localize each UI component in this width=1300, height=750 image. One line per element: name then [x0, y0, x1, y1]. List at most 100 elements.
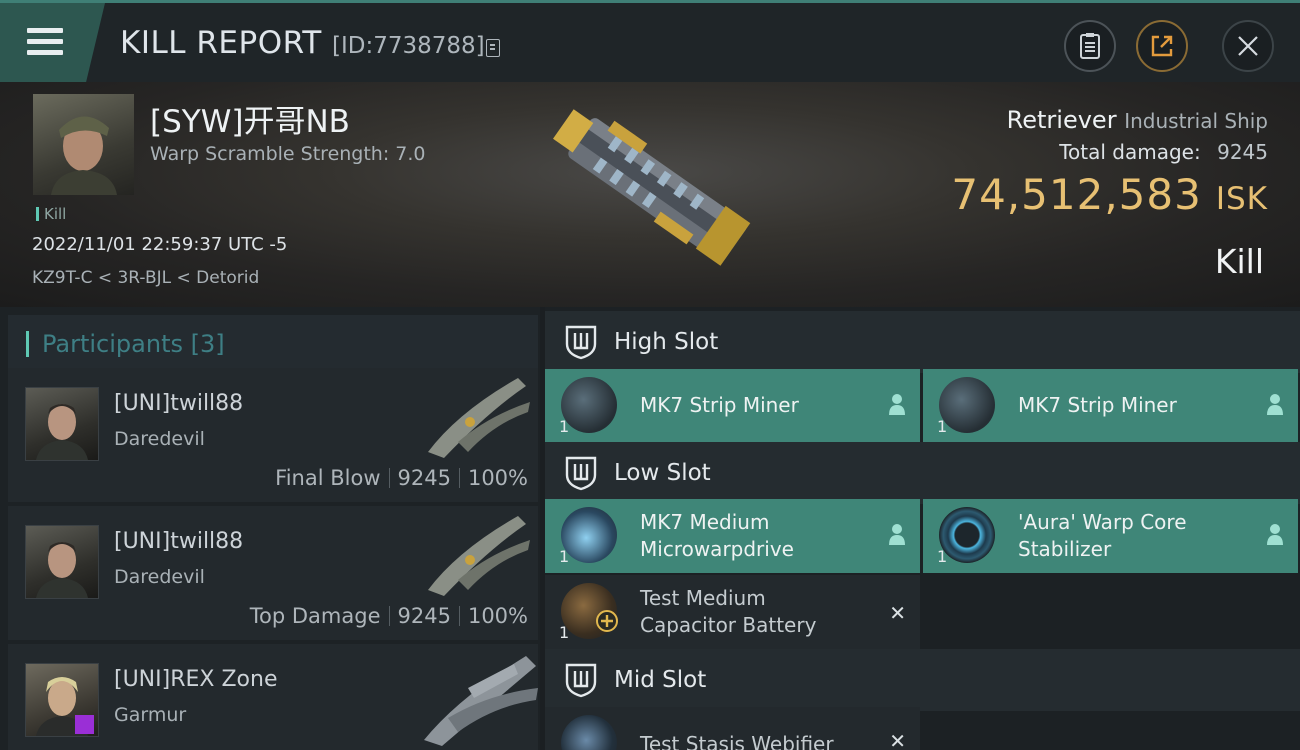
close-icon	[1238, 36, 1258, 56]
kill-tag: Kill	[36, 205, 66, 223]
module-item[interactable]: Test Stasis Webifier ✕	[545, 707, 920, 750]
module-name-line: MK7 Medium	[640, 510, 770, 534]
low-slot-label: Low Slot	[614, 460, 711, 486]
module-name: 'Aura' Warp Core Stabilizer	[1018, 509, 1187, 563]
participant-name[interactable]: [UNI]twill88	[114, 529, 243, 554]
participant-row[interactable]: [UNI]twill88 Daredevil Final Blow 9245 100…	[8, 368, 538, 502]
kill-datetime: 2022/11/01 22:59:37 UTC -5	[32, 234, 288, 255]
module-item[interactable]: 1 MK7 Strip Miner	[545, 369, 920, 443]
close-button[interactable]	[1222, 20, 1274, 72]
pilot-avatar-icon	[51, 116, 117, 195]
participant-stats: Top Damage 9245 100%	[250, 604, 528, 628]
microwarpdrive-icon	[561, 507, 617, 563]
pilot-icon[interactable]	[1266, 523, 1284, 545]
isk-amount: 74,512,583	[951, 170, 1202, 219]
module-item[interactable]: 1 MK7 Strip Miner	[923, 369, 1298, 443]
participants-label: Participants	[42, 330, 183, 358]
victim-ship-image[interactable]	[520, 92, 780, 297]
participant-percent: 100%	[467, 604, 528, 628]
destroyed-x-icon: ✕	[889, 601, 906, 625]
module-name: MK7 Medium Microwarpdrive	[640, 509, 794, 563]
module-item[interactable]: 1 MK7 Medium Microwarpdrive	[545, 499, 920, 573]
plus-icon	[596, 610, 618, 632]
warp-scramble-strength: Warp Scramble Strength: 7.0	[150, 143, 426, 165]
module-item[interactable]: 1 'Aura' Warp Core Stabilizer	[923, 499, 1298, 573]
share-icon	[1151, 35, 1173, 57]
victim-ship[interactable]: Retriever Industrial Ship	[1007, 106, 1268, 134]
participant-stats: Final Blow 9245 100%	[275, 466, 528, 490]
low-slot-icon	[565, 456, 597, 491]
total-damage-label: Total damage:	[1059, 140, 1201, 164]
warp-core-stabilizer-icon	[939, 507, 995, 563]
participant-avatar[interactable]	[25, 387, 99, 461]
victim-portrait[interactable]	[33, 94, 134, 195]
menu-button[interactable]	[0, 3, 105, 82]
participant-ship: Daredevil	[114, 428, 205, 450]
module-name: MK7 Strip Miner	[1018, 393, 1177, 417]
strip-miner-icon	[939, 377, 995, 433]
mid-slot-icon	[565, 663, 597, 698]
participant-damage: 9245	[397, 466, 451, 490]
share-button[interactable]	[1136, 20, 1188, 72]
module-name-line: 'Aura' Warp Core	[1018, 510, 1187, 534]
mid-slot-header: Mid Slot	[545, 649, 1300, 711]
low-slot-header: Low Slot	[545, 442, 1300, 504]
ship-type: Retriever	[1006, 106, 1117, 134]
total-damage: Total damage: 9245	[1059, 140, 1268, 164]
top-bar: KILL REPORT [ID:7738788]	[0, 0, 1300, 82]
stasis-webifier-icon	[561, 715, 617, 750]
participant-ship-image	[428, 378, 530, 458]
kill-location[interactable]: KZ9T-C < 3R-BJL < Detorid	[32, 268, 259, 288]
module-name-line: Test Medium	[640, 586, 766, 610]
participant-avatar[interactable]	[25, 525, 99, 599]
participant-ship-image	[428, 516, 530, 596]
info-badge-icon	[75, 715, 94, 734]
copy-icon[interactable]	[486, 39, 500, 57]
high-slot-header: High Slot	[545, 311, 1300, 373]
module-qty: 1	[559, 547, 570, 566]
module-qty: 1	[559, 623, 570, 642]
participant-name[interactable]: [UNI]twill88	[114, 391, 243, 416]
kill-id: [ID:7738788]	[332, 33, 485, 59]
module-qty: 1	[559, 417, 570, 436]
clipboard-icon	[1080, 33, 1100, 59]
victim-summary: [SYW]开哥NB Warp Scramble Strength: 7.0 Ki…	[0, 82, 1300, 307]
ship-class: Industrial Ship	[1124, 109, 1268, 133]
module-name: MK7 Strip Miner	[640, 393, 799, 417]
participant-ship: Garmur	[114, 704, 187, 726]
strip-miner-icon	[561, 377, 617, 433]
isk-value: 74,512,583 ISK	[951, 170, 1268, 219]
module-item[interactable]: 1 Test Medium Capacitor Battery ✕	[545, 575, 920, 649]
destroyed-x-icon: ✕	[889, 729, 906, 750]
participant-ship-image	[424, 656, 538, 746]
pilot-icon[interactable]	[1266, 393, 1284, 415]
participant-damage: 9245	[397, 604, 451, 628]
participants-header: Participants [3]	[8, 315, 538, 372]
participants-panel: Participants [3] [UNI]twill88 Daredevil …	[0, 307, 540, 750]
high-slot-icon	[565, 325, 597, 360]
module-name-line: Microwarpdrive	[640, 537, 794, 561]
module-name-line: Capacitor Battery	[640, 613, 817, 637]
participant-role: Final Blow	[275, 466, 381, 490]
hamburger-icon	[27, 28, 63, 55]
victim-pilot-name[interactable]: [SYW]开哥NB	[150, 96, 350, 141]
participant-role: Top Damage	[249, 604, 381, 628]
module-name: Test Medium Capacitor Battery	[640, 585, 816, 639]
page-title: KILL REPORT	[120, 25, 322, 61]
mid-slot-label: Mid Slot	[614, 667, 707, 693]
module-qty: 1	[937, 417, 948, 436]
participant-row[interactable]: [UNI]REX Zone Garmur	[8, 644, 538, 750]
participant-name[interactable]: [UNI]REX Zone	[114, 667, 277, 692]
pilot-avatar-icon	[36, 542, 88, 598]
fitting-panel: High Slot 1 MK7 Strip Miner 1 MK7 Strip …	[545, 307, 1300, 750]
pilot-icon[interactable]	[888, 393, 906, 415]
isk-unit: ISK	[1215, 181, 1268, 217]
pilot-icon[interactable]	[888, 523, 906, 545]
module-name-line: Stabilizer	[1018, 537, 1112, 561]
clipboard-button[interactable]	[1064, 20, 1116, 72]
kill-result: Kill	[1214, 242, 1264, 281]
participant-row[interactable]: [UNI]twill88 Daredevil Top Damage 9245 100…	[8, 506, 538, 640]
participant-ship: Daredevil	[114, 566, 205, 588]
high-slot-label: High Slot	[614, 329, 719, 355]
header-accent-bar	[26, 331, 29, 357]
